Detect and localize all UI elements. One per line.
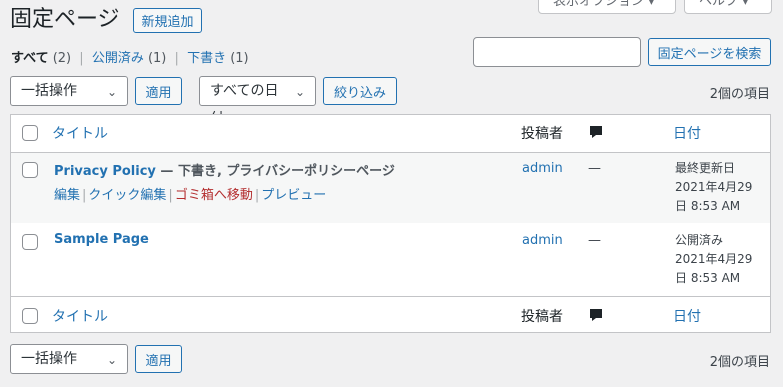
filter-separator: | — [79, 51, 84, 66]
comment-bubble-icon[interactable] — [589, 125, 603, 139]
select-all-checkbox-footer[interactable] — [22, 308, 38, 324]
table-row: Privacy Policy — 下書き, プライバシーポリシーページ 編集 | ク… — [11, 153, 770, 223]
date-value-line2: 日 8:53 AM — [675, 199, 741, 213]
row-actions: 編集 | クイック編集 | ゴミ箱へ移動 | プレビュー — [54, 184, 326, 203]
bulk-action-value: 一括操作 — [21, 83, 77, 99]
items-count-bottom: 2個の項目 — [709, 355, 770, 370]
filter-all-count: (2) — [52, 51, 72, 66]
items-count-top: 2個の項目 — [709, 87, 770, 102]
comment-count: — — [588, 161, 601, 176]
date-value-line2: 日 8:53 AM — [675, 271, 741, 285]
filter-draft[interactable]: 下書き — [187, 51, 226, 66]
column-title-header[interactable]: タイトル — [52, 123, 108, 143]
quick-edit-link[interactable]: クイック編集 — [88, 188, 166, 203]
date-filter-select[interactable]: すべての日付 ⌄ — [199, 76, 316, 127]
date-status: 最終更新日 — [675, 161, 736, 175]
help-tab[interactable]: ヘルプ ▾ — [684, 0, 772, 14]
bulk-action-select-top[interactable]: 一括操作 ⌄ — [10, 76, 128, 106]
author-link[interactable]: admin — [522, 233, 563, 248]
date-value-line1: 2021年4月29 — [675, 180, 753, 194]
chevron-down-icon: ⌄ — [294, 85, 305, 99]
column-author-header: 投稿者 — [521, 126, 563, 142]
select-all-checkbox[interactable] — [22, 125, 38, 141]
bulk-action-value: 一括操作 — [21, 351, 77, 367]
pages-table: タイトル 投稿者 日付 Privacy Policy — 下書き, プライバシー… — [10, 114, 771, 333]
add-new-button[interactable]: 新規追加 — [133, 8, 202, 33]
screen-options-tab[interactable]: 表示オプション ▾ — [538, 0, 676, 14]
date-cell: 最終更新日 2021年4月29 日 8:53 AM — [675, 159, 765, 216]
column-author-footer: 投稿者 — [521, 309, 563, 325]
action-separator: | — [168, 188, 173, 203]
bulk-action-select-bottom[interactable]: 一括操作 ⌄ — [10, 344, 128, 374]
date-value-line1: 2021年4月29 — [675, 252, 753, 266]
post-state: — 下書き, プライバシーポリシーページ — [155, 164, 395, 179]
page-title: 固定ページ — [10, 7, 120, 32]
column-title-footer[interactable]: タイトル — [52, 306, 108, 326]
apply-button-top[interactable]: 適用 — [135, 77, 182, 105]
filter-separator: | — [174, 51, 179, 66]
status-filters: すべて (2) | 公開済み (1) | 下書き (1) — [11, 50, 249, 68]
filter-published-count: (1) — [147, 51, 167, 66]
date-status: 公開済み — [675, 233, 724, 247]
action-separator: | — [254, 188, 260, 203]
row-checkbox[interactable] — [22, 162, 38, 178]
edit-link[interactable]: 編集 — [54, 188, 80, 203]
trash-link[interactable]: ゴミ箱へ移動 — [175, 188, 253, 203]
post-title-link[interactable]: Privacy Policy — 下書き, プライバシーポリシーページ — [54, 160, 395, 179]
column-date-footer[interactable]: 日付 — [673, 306, 701, 326]
author-link[interactable]: admin — [522, 161, 563, 176]
comment-bubble-icon[interactable] — [589, 308, 603, 322]
filter-draft-count: (1) — [230, 51, 249, 66]
search-pages-button[interactable]: 固定ページを検索 — [648, 38, 771, 66]
filter-published[interactable]: 公開済み — [92, 51, 144, 66]
chevron-down-icon: ⌄ — [106, 85, 117, 99]
table-footer: タイトル 投稿者 日付 — [11, 296, 770, 334]
preview-link[interactable]: プレビュー — [261, 188, 326, 203]
column-date-header[interactable]: 日付 — [673, 123, 701, 143]
table-row: Sample Page admin — 公開済み 2021年4月29 日 8:5… — [11, 223, 770, 296]
post-title-link[interactable]: Sample Page — [54, 232, 149, 247]
comment-count: — — [588, 233, 601, 248]
chevron-down-icon: ⌄ — [106, 353, 117, 367]
row-checkbox[interactable] — [22, 234, 38, 250]
date-cell: 公開済み 2021年4月29 日 8:53 AM — [675, 231, 765, 288]
apply-button-bottom[interactable]: 適用 — [135, 345, 182, 373]
action-separator: | — [82, 188, 87, 203]
filter-button[interactable]: 絞り込み — [323, 77, 397, 105]
filter-all[interactable]: すべて — [11, 51, 49, 66]
table-header: タイトル 投稿者 日付 — [11, 115, 770, 153]
search-input[interactable] — [473, 37, 641, 67]
